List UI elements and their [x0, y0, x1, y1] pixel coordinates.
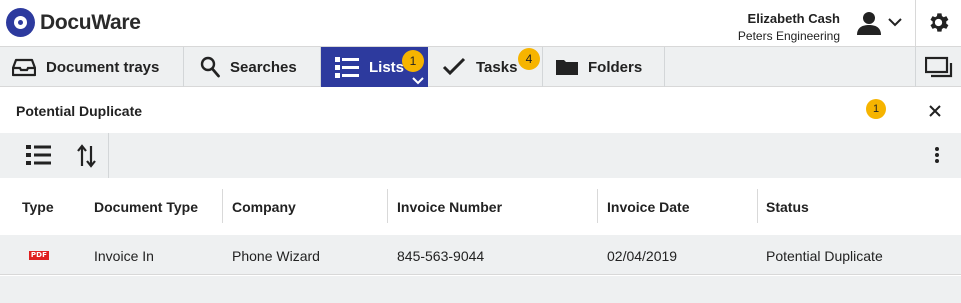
- cell-status: Potential Duplicate: [766, 248, 883, 264]
- column-header-type[interactable]: Type: [22, 199, 54, 215]
- user-avatar-icon[interactable]: [855, 10, 883, 36]
- cell-invoice-number: 845-563-9044: [397, 248, 485, 264]
- window-toggle-button[interactable]: [915, 47, 961, 87]
- logo-text: DocuWare: [40, 10, 141, 34]
- close-icon[interactable]: [927, 103, 943, 119]
- result-list-toolbar: [0, 133, 961, 178]
- main-tab-bar: Document trays Searches Lists 1 Tasks 4 …: [0, 46, 961, 87]
- search-icon: [200, 56, 220, 78]
- column-header-invoice-number[interactable]: Invoice Number: [397, 199, 502, 215]
- window-icon: [925, 56, 953, 78]
- tab-folders[interactable]: Folders: [543, 47, 665, 87]
- tab-document-trays[interactable]: Document trays: [0, 47, 184, 87]
- folder-icon: [556, 60, 578, 75]
- more-options-icon[interactable]: [932, 146, 942, 164]
- checkmark-icon: [442, 57, 466, 76]
- settings-button[interactable]: [915, 0, 961, 46]
- tasks-count-badge: 4: [518, 48, 540, 70]
- column-divider[interactable]: [387, 189, 388, 223]
- table-row[interactable]: PDF Invoice In Phone Wizard 845-563-9044…: [0, 235, 961, 275]
- chevron-down-icon[interactable]: [887, 14, 903, 30]
- lists-chevron-down-icon[interactable]: [411, 75, 425, 85]
- tab-label: Searches: [230, 58, 297, 76]
- gear-icon: [930, 13, 949, 32]
- user-company: Peters Engineering: [737, 29, 840, 43]
- column-divider[interactable]: [597, 189, 598, 223]
- sort-icon[interactable]: [77, 144, 97, 168]
- table-empty-area: [0, 276, 961, 303]
- pdf-file-icon: PDF: [29, 251, 49, 260]
- user-name: Elizabeth Cash: [747, 11, 840, 26]
- cell-document-type: Invoice In: [94, 248, 154, 264]
- cell-company: Phone Wizard: [232, 248, 320, 264]
- user-info[interactable]: Elizabeth Cash Peters Engineering: [738, 11, 840, 43]
- table-header: Type Document Type Company Invoice Numbe…: [0, 178, 961, 235]
- tray-icon: [12, 58, 36, 77]
- app-header: DocuWare Elizabeth Cash Peters Engineeri…: [0, 0, 961, 46]
- column-header-invoice-date[interactable]: Invoice Date: [607, 199, 689, 215]
- tab-label: Document trays: [46, 58, 160, 76]
- tab-label: Folders: [588, 58, 643, 76]
- tab-label: Tasks: [476, 58, 518, 76]
- result-list-header: Potential Duplicate 1: [0, 87, 961, 133]
- result-list-title: Potential Duplicate: [16, 103, 143, 119]
- column-header-document-type[interactable]: Document Type: [94, 199, 198, 215]
- column-divider[interactable]: [757, 189, 758, 223]
- list-view-icon[interactable]: [26, 144, 51, 166]
- tab-label: Lists: [369, 58, 405, 76]
- docuware-logo[interactable]: DocuWare: [6, 8, 141, 37]
- list-icon: [335, 57, 359, 78]
- column-divider[interactable]: [222, 189, 223, 223]
- column-header-status[interactable]: Status: [766, 199, 809, 215]
- result-count-badge: 1: [866, 99, 886, 119]
- lists-count-badge: 1: [402, 50, 424, 72]
- toolbar-divider: [108, 133, 109, 178]
- tab-tasks[interactable]: Tasks 4: [428, 47, 543, 87]
- logo-icon: [6, 8, 35, 37]
- column-header-company[interactable]: Company: [232, 199, 296, 215]
- tab-searches[interactable]: Searches: [184, 47, 321, 87]
- cell-invoice-date: 02/04/2019: [607, 248, 678, 264]
